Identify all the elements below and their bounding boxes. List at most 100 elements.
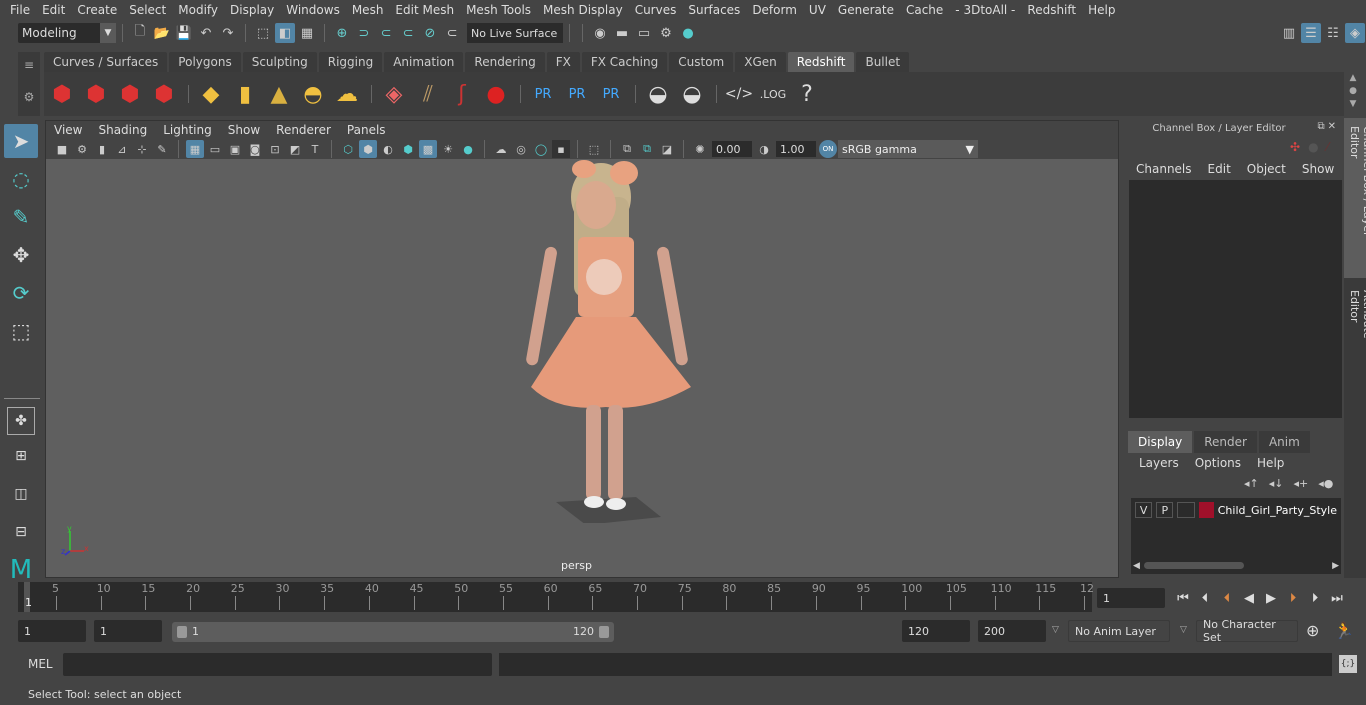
viewport-menu-lighting[interactable]: Lighting [155,123,220,137]
shelf-tab-rigging[interactable]: Rigging [318,52,383,72]
move-tool-icon[interactable]: ✥ [4,238,38,272]
snap-point-icon[interactable]: ⊂ [376,23,396,43]
shelf-tab-sculpting[interactable]: Sculpting [242,52,317,72]
channel-box-menu-show[interactable]: Show [1302,162,1334,176]
layer-hscrollbar[interactable]: ◀ ▶ [1133,560,1339,571]
scroll-thumb[interactable] [1143,562,1244,569]
pr-mesh-icon[interactable]: PR [527,76,559,112]
save-scene-icon[interactable]: 💾 [174,23,194,43]
viewport-menu-show[interactable]: Show [220,123,268,137]
menu-redshift[interactable]: Redshift [1021,3,1082,17]
smooth-shade-icon[interactable]: ⬢ [359,140,377,158]
ambient-occlusion-icon[interactable]: ☁ [492,140,510,158]
resolution-gate-icon[interactable]: ▣ [226,140,244,158]
layer-name[interactable]: Child_Girl_Party_Style [1218,504,1337,517]
menu-mesh[interactable]: Mesh [346,3,390,17]
scale-tool-icon[interactable]: ⬚ [4,314,38,348]
use-all-lights-icon[interactable]: ☀ [439,140,457,158]
menu-mesh-tools[interactable]: Mesh Tools [460,3,537,17]
anim-layer-dropdown[interactable]: No Anim Layer [1068,620,1170,642]
shelf-menu-icon[interactable]: ≡ [18,58,40,72]
bake-pie-icon[interactable]: ◒ [676,76,708,112]
manipulator-icon[interactable]: ✣ [1290,140,1300,154]
start-time-field[interactable]: 1 [18,620,86,642]
grease-pencil-icon[interactable]: ✎ [153,140,171,158]
image-plane-icon[interactable]: ⊿ [113,140,131,158]
anti-aliasing-icon[interactable]: ◯ [532,140,550,158]
visibility-toggle[interactable]: V [1135,502,1153,518]
layer-menu-options[interactable]: Options [1195,456,1241,470]
menu-edit-mesh[interactable]: Edit Mesh [389,3,460,17]
script-editor-button-icon[interactable]: {;} [1339,655,1357,673]
shelf-scroll[interactable]: ▲ ● ▼ [1346,72,1360,112]
shelf-tab-redshift[interactable]: Redshift [787,52,855,72]
menu-select[interactable]: Select [123,3,172,17]
shelf-tab-xgen[interactable]: XGen [735,52,786,72]
rs-proxy-icon[interactable]: ◈ [378,76,410,112]
layer-tab-anim[interactable]: Anim [1258,431,1310,453]
xray-joints-icon[interactable]: ◪ [658,140,676,158]
character-set-dropdown[interactable]: No Character Set [1196,618,1298,644]
animation-preferences-icon[interactable]: 🏃 [1334,621,1354,640]
step-back-frame-icon[interactable]: ⏴ [1216,587,1238,609]
rs-sun-sky-icon[interactable]: ☁ [331,76,363,112]
mode-selector[interactable]: Modeling ▼ [18,23,116,43]
snap-curve-icon[interactable]: ⊃ [354,23,374,43]
film-gate-icon[interactable]: ▭ [206,140,224,158]
xray-icon[interactable]: ⧉ [618,140,636,158]
select-tool-icon[interactable]: ➤ [4,124,38,158]
bake-pies-icon[interactable]: ◒ [642,76,674,112]
menu-file[interactable]: File [4,3,36,17]
slash-icon[interactable]: ⁄ [1327,140,1329,154]
channel-box-toggle-icon[interactable]: ◈ [1345,23,1365,43]
2d-pan-zoom-icon[interactable]: ⊹ [133,140,151,158]
camera-icon[interactable]: ■ [53,140,71,158]
scroll-right-icon[interactable]: ▶ [1332,561,1339,571]
rs-ies-light-icon[interactable]: ▲ [263,76,295,112]
rotate-tool-icon[interactable]: ⟳ [4,276,38,310]
help-icon[interactable]: ? [791,76,823,112]
layer-row[interactable]: V P Child_Girl_Party_Style [1131,498,1341,522]
make-live-icon[interactable]: ⊂ [442,23,462,43]
step-back-key-icon[interactable]: ⏴ [1194,587,1216,609]
tab-attribute-editor[interactable]: Attribute Editor [1344,282,1366,382]
single-view-layout-icon[interactable]: ✤ [7,407,35,435]
rs-portal-light-icon[interactable]: ▮ [229,76,261,112]
viewport-menu-renderer[interactable]: Renderer [268,123,339,137]
render-view-icon[interactable]: ◉ [590,23,610,43]
layer-menu-layers[interactable]: Layers [1139,456,1179,470]
layer-menu-help[interactable]: Help [1257,456,1284,470]
menu-cache[interactable]: Cache [900,3,949,17]
depth-of-field-icon[interactable]: ▪ [552,140,570,158]
outliner-persp-layout-icon[interactable]: ◫ [4,477,38,511]
script-editor-icon[interactable]: </> [723,76,755,112]
camera-attributes-icon[interactable]: ⚙ [73,140,91,158]
field-chart-icon[interactable]: ⊡ [266,140,284,158]
auto-key-icon[interactable]: ⊕ [1306,621,1319,640]
menu-curves[interactable]: Curves [629,3,683,17]
range-start-handle[interactable] [177,626,187,638]
playback-toggle[interactable]: P [1156,502,1174,518]
undo-icon[interactable]: ↶ [196,23,216,43]
safe-action-icon[interactable]: ◩ [286,140,304,158]
live-surface-field[interactable]: No Live Surface [467,23,563,43]
go-to-start-icon[interactable]: ⏮ [1172,587,1194,609]
step-forward-frame-icon[interactable]: ⏵ [1282,587,1304,609]
channel-box-menu-channels[interactable]: Channels [1136,162,1192,176]
redo-icon[interactable]: ↷ [218,23,238,43]
rs-sphere-icon[interactable]: ● [480,76,512,112]
wireframe-on-shaded-icon[interactable]: ⬢ [399,140,417,158]
open-scene-icon[interactable]: 📂 [152,23,172,43]
bookmark-icon[interactable]: ▮ [93,140,111,158]
snap-view-icon[interactable]: ⊂ [398,23,418,43]
persp-graph-layout-icon[interactable]: ⊟ [4,515,38,549]
redshift-ipr-icon[interactable]: ⬢ [114,76,146,112]
lasso-tool-icon[interactable]: ◌ [4,162,38,196]
exposure-field[interactable]: 0.00 [712,141,752,157]
character-model[interactable] [526,157,706,523]
attribute-editor-toggle-icon[interactable]: ☰ [1301,23,1321,43]
menu-create[interactable]: Create [71,3,123,17]
layer-tab-display[interactable]: Display [1128,431,1193,453]
pr-export-icon[interactable]: PR [561,76,593,112]
go-to-end-icon[interactable]: ⏭ [1326,587,1348,609]
